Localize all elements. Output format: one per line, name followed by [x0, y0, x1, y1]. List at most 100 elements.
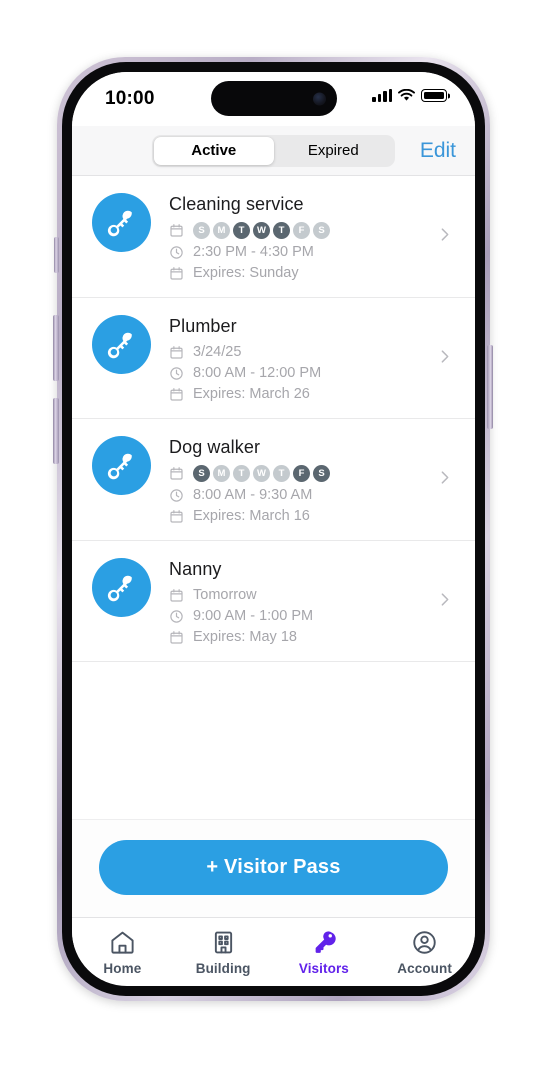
tab-account-label: Account [397, 961, 452, 976]
pass-avatar [92, 193, 151, 252]
pass-title: Plumber [169, 316, 237, 336]
pass-disclosure-chevron[interactable] [436, 469, 453, 491]
weekday-active: S [313, 465, 330, 482]
phone-screen: 10:00 Active Expired Edit Cleaning servi… [72, 72, 475, 986]
cta-container: + Visitor Pass [72, 819, 475, 917]
building-icon [214, 931, 232, 954]
tab-visitors[interactable]: Visitors [274, 929, 375, 976]
chevron-right-icon [441, 592, 449, 606]
key-icon [316, 931, 337, 953]
calendar-icon [170, 345, 183, 359]
clock-icon [170, 366, 183, 380]
pass-expiry: Expires: March 16 [169, 508, 436, 524]
volume-up-button[interactable] [53, 315, 59, 381]
pass-expiry-text: Expires: March 16 [193, 508, 310, 524]
status-icons [372, 89, 447, 102]
status-bar: 10:00 [72, 72, 475, 126]
pass-time: 8:00 AM - 9:30 AM [169, 487, 436, 503]
weekday-selector: SMTWTFS [193, 465, 330, 482]
volume-down-button[interactable] [53, 398, 59, 464]
pass-schedule: SMTWTFS [169, 465, 436, 482]
tab-active-passes[interactable]: Active [154, 136, 274, 165]
pass-avatar [92, 558, 151, 617]
key-icon [107, 332, 132, 359]
weekday-inactive: F [293, 222, 310, 239]
home-icon [111, 931, 134, 954]
visitor-pass-row[interactable]: Cleaning service S M T W T F S 2:30 PM - 4:30 PM… [72, 176, 475, 298]
pass-details: Cleaning service S M T W T F S 2:30 PM - 4:30 PM… [169, 193, 436, 281]
pass-disclosure-chevron[interactable] [436, 226, 453, 248]
calendar-icon [170, 266, 183, 280]
pass-date-text: Tomorrow [193, 587, 257, 603]
weekday-active: F [293, 465, 310, 482]
pass-title: Nanny [169, 559, 222, 579]
pass-time-text: 9:00 AM - 1:00 PM [193, 608, 314, 624]
pass-time-text: 2:30 PM - 4:30 PM [193, 244, 314, 260]
key-icon [107, 210, 132, 237]
pass-expiry: Expires: May 18 [169, 629, 436, 645]
pass-expiry-text: Expires: Sunday [193, 265, 299, 281]
pass-details: Dog walker S M T W T F S 8:00 AM - 9:30 AM Expire… [169, 436, 436, 524]
bottom-tab-bar: Home Building Visitors Account [72, 917, 475, 980]
pass-expiry-text: Expires: May 18 [193, 629, 297, 645]
key-icon [107, 575, 132, 602]
visitor-pass-list: Cleaning service S M T W T F S 2:30 PM - 4:30 PM… [72, 176, 475, 662]
weekday-inactive: W [253, 465, 270, 482]
calendar-icon [170, 224, 183, 237]
weekday-inactive: M [213, 465, 230, 482]
dynamic-island [210, 81, 337, 116]
power-button[interactable] [487, 345, 493, 429]
key-icon [107, 453, 132, 480]
silent-switch-button[interactable] [54, 237, 59, 273]
tab-building[interactable]: Building [173, 929, 274, 976]
pass-disclosure-chevron[interactable] [436, 591, 453, 613]
account-icon [413, 931, 436, 954]
tab-home[interactable]: Home [72, 929, 173, 976]
chevron-right-icon [441, 228, 449, 241]
cellular-bars-icon [372, 89, 392, 102]
pass-avatar [92, 436, 151, 495]
clock-icon [170, 245, 183, 259]
weekday-inactive: S [193, 222, 210, 239]
visitor-pass-row[interactable]: Dog walker S M T W T F S 8:00 AM - 9:30 AM Expire… [72, 419, 475, 541]
pass-time: 8:00 AM - 12:00 PM [169, 365, 436, 381]
pass-title: Dog walker [169, 437, 261, 457]
pass-time: 9:00 AM - 1:00 PM [169, 608, 436, 624]
edit-button[interactable]: Edit [420, 139, 456, 163]
pass-schedule: SMTWTFS [169, 222, 436, 239]
segmented-control[interactable]: Active Expired [152, 134, 395, 167]
status-time: 10:00 [105, 88, 155, 109]
weekday-active: T [233, 222, 250, 239]
weekday-inactive: S [313, 222, 330, 239]
calendar-icon [170, 630, 183, 644]
pass-disclosure-chevron[interactable] [436, 348, 453, 370]
weekday-inactive: T [233, 465, 250, 482]
pass-time: 2:30 PM - 4:30 PM [169, 244, 436, 260]
calendar-icon [170, 467, 183, 480]
visitor-pass-row[interactable]: Nanny Tomorrow 9:00 AM - 1:00 PM Expires: M… [72, 541, 475, 662]
add-visitor-pass-button[interactable]: + Visitor Pass [99, 840, 448, 895]
calendar-icon [170, 509, 183, 523]
wifi-icon [398, 89, 415, 101]
tab-visitors-label: Visitors [298, 961, 349, 976]
pass-expiry: Expires: Sunday [169, 265, 436, 281]
pass-date-text: 3/24/25 [193, 344, 242, 360]
clock-icon [170, 488, 183, 502]
weekday-active: T [273, 222, 290, 239]
battery-icon [421, 89, 447, 102]
pass-details: Nanny Tomorrow 9:00 AM - 1:00 PM Expires: M… [169, 558, 436, 645]
front-camera-icon [312, 92, 326, 105]
weekday-active: W [253, 222, 270, 239]
pass-schedule: Tomorrow [169, 587, 436, 603]
pass-avatar [92, 315, 151, 374]
chevron-right-icon [441, 349, 449, 363]
calendar-icon [170, 588, 183, 602]
pass-time-text: 8:00 AM - 9:30 AM [193, 487, 313, 503]
tab-expired-passes[interactable]: Expired [274, 137, 394, 165]
weekday-selector: SMTWTFS [193, 222, 330, 239]
pass-schedule: 3/24/25 [169, 344, 436, 360]
header-bar: Active Expired Edit [72, 126, 475, 176]
pass-title: Cleaning service [169, 194, 304, 214]
visitor-pass-row[interactable]: Plumber 3/24/25 8:00 AM - 12:00 PM Expires:… [72, 298, 475, 419]
list-empty-space [72, 662, 475, 819]
